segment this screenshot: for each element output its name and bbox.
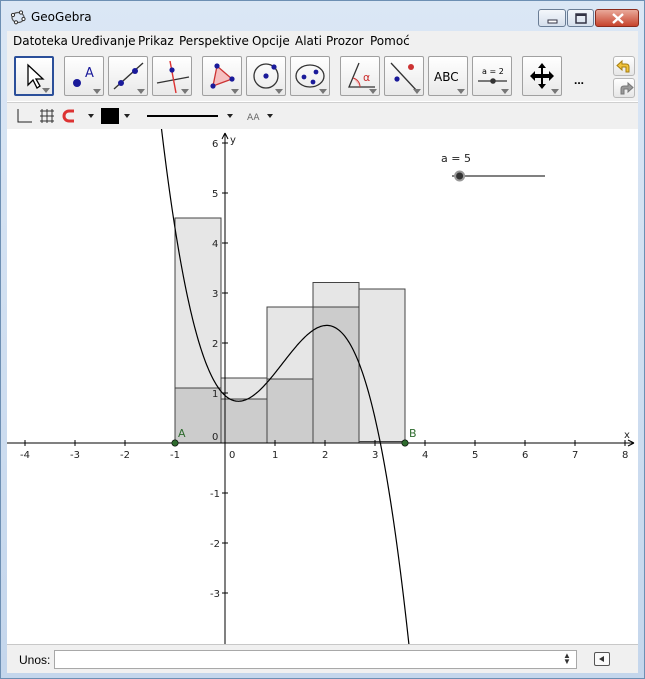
text-tool-text: ABC [434, 70, 459, 84]
graphics-view[interactable]: -4 -3 -2 -1 0 1 2 3 4 5 6 7 8 6 5 4 3 2 1 -1 -2 -3 0 x y A Ba = 5 [7, 129, 638, 644]
virtual-keyboard-button[interactable] [594, 652, 610, 666]
menu-window[interactable]: Prozor [326, 34, 364, 48]
axes-toggle-icon[interactable] [15, 107, 33, 125]
style-bar: AA [7, 102, 638, 130]
point-capturing-icon[interactable] [62, 107, 94, 125]
menu-view[interactable]: Prikaz [138, 34, 174, 48]
y-tick-label: 4 [212, 239, 218, 250]
input-history-spinner[interactable]: ▲ ▼ [563, 652, 571, 666]
line-style-dropdown-icon[interactable] [145, 107, 237, 125]
x-tick-label: 5 [472, 450, 478, 461]
x-tick-label: 0 [229, 450, 235, 461]
origin-label: 0 [212, 432, 218, 443]
x-tick-label: 7 [572, 450, 578, 461]
menu-file[interactable]: Datoteka [13, 34, 68, 48]
perpendicular-tool-button[interactable] [152, 56, 192, 96]
y-tick-label: -1 [210, 489, 220, 500]
menu-bar: Datoteka Uređivanje Prikaz Perspektive O… [7, 31, 638, 51]
geogebra-logo-icon [10, 10, 26, 25]
x-tick-label: -1 [170, 450, 180, 461]
label-style-text: AA [247, 113, 260, 123]
toolbar: A α ABC a = 2 ... [7, 51, 638, 101]
y-tick-label: 3 [212, 289, 218, 300]
menu-help[interactable]: Pomoć [370, 34, 410, 48]
y-axis-label: y [230, 135, 236, 146]
lower-sum-rect [266, 378, 314, 444]
minimize-icon [547, 19, 558, 24]
point-a [171, 439, 179, 447]
x-tick-label: 1 [272, 450, 278, 461]
y-tick-label: 6 [212, 139, 218, 150]
title-bar: GeoGebra [1, 1, 644, 31]
x-tick-label: 6 [522, 450, 528, 461]
y-tick-label: -2 [210, 539, 220, 550]
color-swatch-icon [101, 108, 119, 124]
y-tick-label: 2 [212, 339, 218, 350]
app-content: Datoteka Uređivanje Prikaz Perspektive O… [7, 31, 638, 673]
close-button[interactable] [595, 9, 639, 27]
text-tool-button[interactable]: ABC [428, 56, 468, 96]
point-tool-button[interactable]: A [64, 56, 104, 96]
x-tick-label: -2 [120, 450, 130, 461]
undo-button[interactable] [613, 56, 635, 76]
x-axis-label: x [624, 430, 630, 441]
point-tool-text: A [85, 66, 94, 81]
undo-icon [616, 59, 630, 73]
point-b [401, 439, 409, 447]
color-dropdown-icon[interactable] [123, 107, 131, 125]
polygon-tool-button[interactable] [202, 56, 242, 96]
x-tick-label: -3 [70, 450, 80, 461]
y-tick-label: 5 [212, 189, 218, 200]
move-graphics-tool-button[interactable] [522, 56, 562, 96]
reflect-tool-button[interactable] [384, 56, 424, 96]
upper-sum-rect [358, 288, 406, 444]
x-tick-label: 4 [422, 450, 428, 461]
keyboard-toggle-icon [599, 656, 604, 662]
label-style-icon[interactable]: AA [246, 107, 276, 125]
move-tool-button[interactable] [14, 56, 54, 96]
redo-button[interactable] [613, 78, 635, 98]
minimize-button[interactable] [538, 9, 566, 27]
redo-icon [620, 81, 634, 95]
y-tick-label: -3 [210, 589, 220, 600]
input-bar: Unos: ▲ ▼ [7, 644, 638, 673]
menu-options[interactable]: Opcije [252, 34, 290, 48]
ellipse-tool-button[interactable] [290, 56, 330, 96]
point-b-label: B [409, 427, 417, 440]
angle-tool-button[interactable]: α [340, 56, 380, 96]
window-title: GeoGebra [31, 10, 92, 24]
grid-toggle-icon[interactable] [38, 107, 56, 125]
angle-tool-text: α [363, 71, 370, 84]
graphics-canvas[interactable]: -4 -3 -2 -1 0 1 2 3 4 5 6 7 8 6 5 4 3 2 1 -1 -2 -3 0 x y A Ba = 5 [7, 129, 638, 644]
x-tick-label: 2 [322, 450, 328, 461]
input-label: Unos: [19, 653, 51, 667]
point-a-label: A [178, 427, 186, 440]
slider-knob[interactable] [454, 170, 466, 182]
line-tool-button[interactable] [108, 56, 148, 96]
menu-tools[interactable]: Alati [295, 34, 322, 48]
input-field[interactable] [54, 650, 577, 669]
y-tick-label: 1 [212, 389, 218, 400]
close-icon [612, 13, 624, 24]
circle-tool-button[interactable] [246, 56, 286, 96]
lower-sum-rect [312, 306, 360, 444]
maximize-icon [575, 13, 587, 24]
slider-label: a = 5 [441, 152, 471, 165]
menu-perspectives[interactable]: Perspektive [179, 34, 249, 48]
line-color-swatch[interactable] [101, 108, 119, 124]
slider-tool-button[interactable]: a = 2 [472, 56, 512, 96]
menu-edit[interactable]: Uređivanje [71, 34, 136, 48]
x-tick-label: 8 [622, 450, 628, 461]
slider-tool-text: a = 2 [482, 67, 504, 76]
more-tools[interactable]: ... [574, 73, 584, 87]
lower-sum-rect [220, 398, 268, 444]
x-tick-label: 3 [372, 450, 378, 461]
geogebra-window: GeoGebra Datoteka Uređivanje Prikaz Pers… [0, 0, 645, 679]
x-tick-label: -4 [20, 450, 30, 461]
maximize-button[interactable] [567, 9, 594, 27]
